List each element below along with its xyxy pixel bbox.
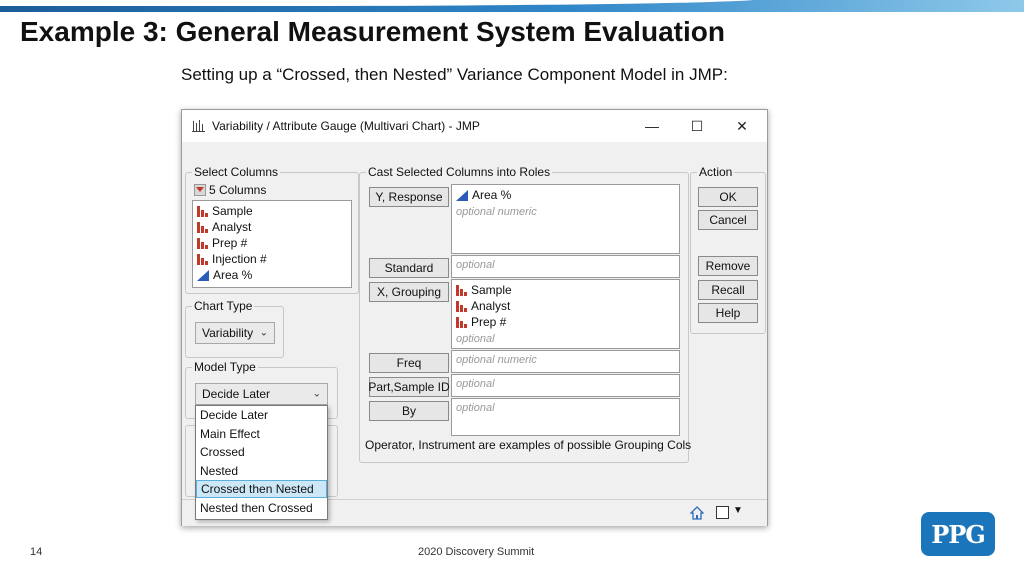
y-response-item[interactable]: Area % (456, 187, 511, 203)
y-response-placeholder: optional numeric (456, 206, 537, 218)
column-list[interactable]: Sample Analyst Prep # Injection # Area % (192, 200, 352, 288)
model-option-crossed-then-nested[interactable]: Crossed then Nested (196, 480, 327, 498)
x-grouping-button[interactable]: X, Grouping (369, 282, 449, 302)
minimize-button[interactable]: — (632, 114, 672, 138)
column-item-sample[interactable]: Sample (197, 203, 253, 219)
nominal-bar-icon (197, 237, 208, 249)
standard-field[interactable]: optional (451, 255, 680, 278)
action-label: Action (697, 165, 735, 179)
freq-field[interactable]: optional numeric (451, 350, 680, 373)
columns-count-label: 5 Columns (209, 183, 267, 197)
continuous-triangle-icon (197, 269, 209, 281)
by-button[interactable]: By (369, 401, 449, 421)
column-item-label: Prep # (212, 236, 248, 250)
x-grouping-item-label: Analyst (471, 299, 511, 313)
nominal-bar-icon (456, 300, 467, 312)
select-columns-group: Select Columns 5 Columns Sample Analyst … (185, 165, 359, 294)
logo-text: PPG (931, 519, 986, 549)
model-type-label: Model Type (192, 360, 258, 374)
x-grouping-item-label: Sample (471, 283, 512, 297)
continuous-triangle-icon (456, 189, 468, 201)
column-item-injection[interactable]: Injection # (197, 251, 267, 267)
column-item-label: Analyst (212, 220, 252, 234)
close-button[interactable]: ✕ (722, 114, 762, 138)
checkbox-icon[interactable] (716, 506, 729, 519)
ppg-logo: PPG (921, 512, 995, 556)
column-item-area[interactable]: Area % (197, 267, 252, 283)
column-item-label: Sample (212, 204, 253, 218)
x-grouping-item-prep[interactable]: Prep # (456, 314, 506, 330)
x-grouping-placeholder: optional (456, 333, 495, 345)
part-sample-id-field[interactable]: optional (451, 374, 680, 397)
standard-placeholder: optional (456, 259, 495, 271)
x-grouping-item-analyst[interactable]: Analyst (456, 298, 510, 314)
model-type-value: Decide Later (202, 387, 271, 401)
grouping-note: Operator, Instrument are examples of pos… (365, 438, 692, 452)
maximize-button[interactable]: ☐ (677, 114, 717, 138)
model-option-nested[interactable]: Nested (196, 462, 327, 480)
part-sample-id-placeholder: optional (456, 378, 495, 390)
column-item-label: Injection # (212, 252, 267, 266)
x-grouping-item-sample[interactable]: Sample (456, 282, 512, 298)
window-titlebar: Variability / Attribute Gauge (Multivari… (182, 110, 767, 142)
column-item-prep[interactable]: Prep # (197, 235, 247, 251)
dropdown-arrow-icon[interactable]: ▼ (733, 505, 743, 516)
by-placeholder: optional (456, 402, 495, 414)
y-response-field[interactable]: Area % optional numeric (451, 184, 680, 254)
nominal-bar-icon (197, 221, 208, 233)
x-grouping-field[interactable]: Sample Analyst Prep # optional (451, 279, 680, 349)
footer-event: 2020 Discovery Summit (418, 546, 535, 558)
y-response-item-label: Area % (472, 188, 512, 202)
page-number: 14 (30, 546, 43, 558)
recall-button[interactable]: Recall (698, 280, 758, 300)
ok-button[interactable]: OK (698, 187, 758, 207)
model-option-nested-then-crossed[interactable]: Nested then Crossed (196, 499, 327, 517)
by-field[interactable]: optional (451, 398, 680, 436)
column-item-label: Area % (213, 268, 253, 282)
cancel-button[interactable]: Cancel (698, 210, 758, 230)
nominal-bar-icon (456, 316, 467, 328)
window-title: Variability / Attribute Gauge (Multivari… (212, 119, 480, 133)
model-type-select[interactable]: Decide Later ⌄ (195, 383, 328, 405)
part-sample-id-button[interactable]: Part,Sample ID (368, 377, 450, 397)
chevron-down-icon: ⌄ (312, 388, 321, 400)
red-triangle-menu-icon[interactable] (194, 184, 206, 196)
remove-button[interactable]: Remove (698, 256, 758, 276)
chart-type-label: Chart Type (192, 299, 255, 313)
chart-type-value: Variability (202, 326, 254, 340)
freq-placeholder: optional numeric (456, 354, 537, 366)
model-option-decide-later[interactable]: Decide Later (196, 406, 327, 424)
slide-title: Example 3: General Measurement System Ev… (20, 16, 725, 47)
model-type-dropdown[interactable]: Decide Later Main Effect Crossed Nested … (195, 405, 328, 520)
model-option-main-effect[interactable]: Main Effect (196, 425, 327, 443)
standard-button[interactable]: Standard (369, 258, 449, 278)
slide-top-banner (0, 0, 1024, 12)
variability-dialog: Variability / Attribute Gauge (Multivari… (181, 109, 768, 526)
select-columns-label: Select Columns (192, 165, 281, 179)
model-option-crossed[interactable]: Crossed (196, 443, 327, 461)
y-response-button[interactable]: Y, Response (369, 187, 449, 207)
freq-button[interactable]: Freq (369, 353, 449, 373)
multivari-chart-icon (192, 120, 205, 132)
nominal-bar-icon (456, 284, 467, 296)
roles-label: Cast Selected Columns into Roles (366, 165, 553, 179)
nominal-bar-icon (197, 205, 208, 217)
help-button[interactable]: Help (698, 303, 758, 323)
x-grouping-item-label: Prep # (471, 315, 507, 329)
home-icon[interactable] (690, 506, 704, 520)
columns-count: 5 Columns (194, 183, 266, 197)
slide-subtitle: Setting up a “Crossed, then Nested” Vari… (181, 65, 728, 84)
chart-type-select[interactable]: Variability ⌄ (195, 322, 275, 344)
nominal-bar-icon (197, 253, 208, 265)
chart-type-group: Chart Type Variability ⌄ (185, 299, 284, 358)
column-item-analyst[interactable]: Analyst (197, 219, 251, 235)
chevron-down-icon: ⌄ (259, 327, 268, 339)
